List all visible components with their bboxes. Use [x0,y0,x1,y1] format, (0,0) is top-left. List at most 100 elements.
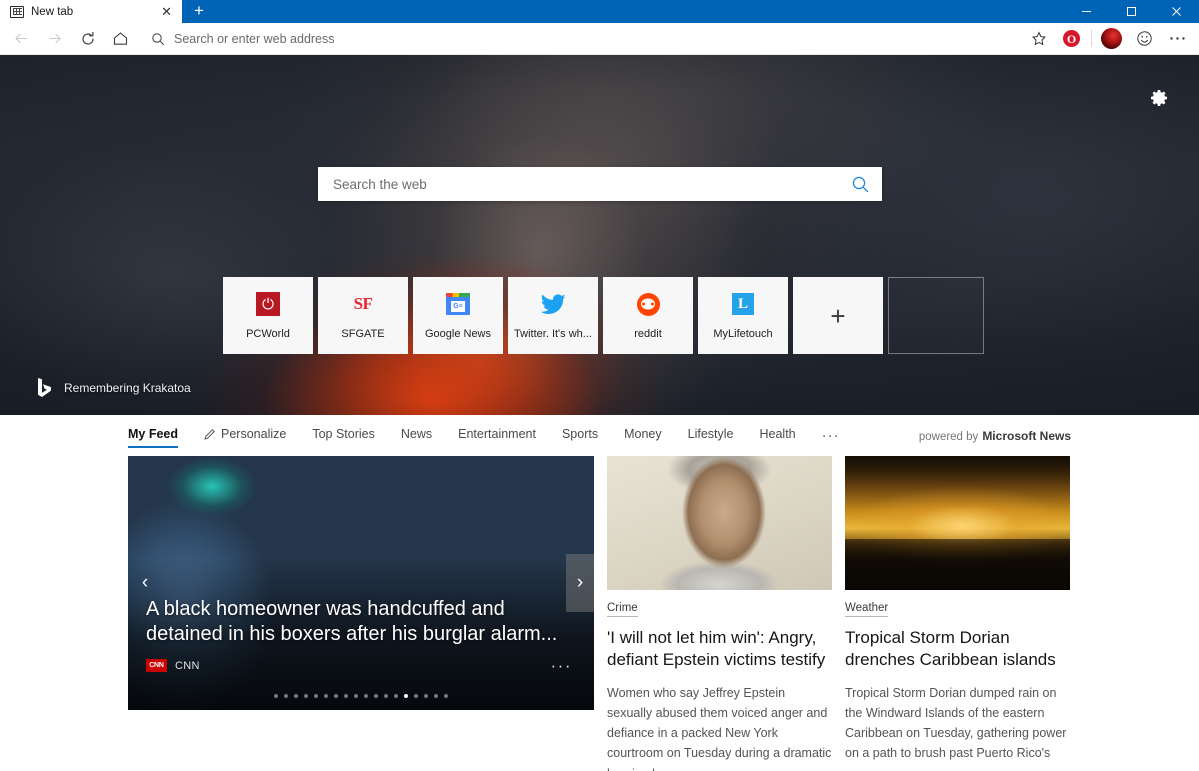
nav-entertainment[interactable]: Entertainment [458,427,536,444]
tile-pcworld[interactable]: ⏻ PCWorld [223,277,313,354]
carousel-dot[interactable] [434,694,438,698]
news-cards-row: ‹ › A black homeowner was handcuffed and… [0,456,1199,771]
nav-label: News [400,427,433,441]
mylifetouch-icon: L [732,291,754,317]
nav-top-stories[interactable]: Top Stories [312,427,375,444]
refresh-button[interactable] [71,24,104,54]
nav-label: Personalize [221,427,287,441]
nav-personalize[interactable]: Personalize [204,427,286,444]
avatar [1101,28,1122,49]
tile-reddit[interactable]: reddit [603,277,693,354]
nav-money[interactable]: Money [624,427,662,444]
feedback-smiley-icon[interactable] [1128,24,1161,54]
bing-image-credit[interactable]: Remembering Krakatoa [38,378,191,397]
carousel-dots[interactable] [128,694,594,698]
newtab-hero: Search the web ⏻ PCWorld SF SFGATE G≡ Go… [0,55,1199,415]
browser-tab[interactable]: New tab ✕ [0,0,182,23]
nav-my-feed[interactable]: My Feed [128,427,179,448]
hero-card-title: A black homeowner was handcuffed and det… [146,597,558,646]
carousel-dot[interactable] [314,694,318,698]
card-snippet: Tropical Storm Dorian dumped rain on the… [845,685,1067,761]
nav-more-button[interactable]: ··· [822,428,840,443]
empty-tile-slot[interactable] [888,277,984,354]
new-tab-button[interactable]: + [182,0,216,23]
search-icon[interactable] [851,175,870,194]
hero-card-source: CNN CNN [146,659,576,672]
news-card-weather[interactable]: Weather Tropical Storm Dorian drenches C… [845,456,1070,771]
more-settings-button[interactable] [1161,24,1194,54]
card-image [845,456,1070,590]
carousel-dot[interactable] [374,694,378,698]
newtab-icon [10,5,24,18]
address-bar[interactable]: Search or enter web address [141,25,1018,52]
carousel-dot[interactable] [364,694,368,698]
hero-card-body: A black homeowner was handcuffed and det… [146,597,576,672]
nav-label: Lifestyle [687,427,734,441]
hero-news-card[interactable]: ‹ › A black homeowner was handcuffed and… [128,456,594,710]
minimize-button[interactable] [1064,0,1109,23]
carousel-dot[interactable] [284,694,288,698]
search-icon [152,32,165,45]
powered-by-label: powered by Microsoft News [919,429,1071,443]
card-category[interactable]: Crime [607,602,638,617]
nav-health[interactable]: Health [760,427,796,444]
carousel-prev-button[interactable]: ‹ [132,557,158,609]
carousel-dot[interactable] [424,694,428,698]
tile-google-news[interactable]: G≡ Google News [413,277,503,354]
carousel-dot[interactable] [294,694,298,698]
close-tab-icon[interactable]: ✕ [159,5,174,18]
nav-label: Entertainment [458,427,536,441]
carousel-dot[interactable] [404,694,408,698]
carousel-dot[interactable] [304,694,308,698]
sfgate-icon: SF [353,294,373,313]
profile-button[interactable] [1095,24,1128,54]
close-window-button[interactable] [1154,0,1199,23]
carousel-dot[interactable] [444,694,448,698]
nav-news[interactable]: News [401,427,432,444]
carousel-dot[interactable] [344,694,348,698]
pencil-icon [204,429,215,440]
powered-brand: Microsoft News [982,428,1071,443]
epstein-photo [607,456,832,590]
tile-mylifetouch[interactable]: L MyLifetouch [698,277,788,354]
page-settings-gear-icon[interactable] [1144,83,1174,113]
carousel-dot[interactable] [334,694,338,698]
home-button[interactable] [104,24,137,54]
add-tile-button[interactable]: + [793,277,883,354]
favorites-star-icon[interactable] [1022,24,1055,54]
forward-button[interactable] [38,24,71,54]
bing-search-box[interactable]: Search the web [318,167,882,201]
google-news-icon: G≡ [446,291,470,317]
card-image [607,456,832,590]
carousel-dot[interactable] [394,694,398,698]
tile-label: SFGATE [341,328,385,340]
nav-lifestyle[interactable]: Lifestyle [688,427,734,444]
carousel-dot[interactable] [354,694,358,698]
source-name: CNN [175,659,200,672]
carousel-dot[interactable] [414,694,418,698]
bing-credit-text: Remembering Krakatoa [64,380,191,395]
hero-card-more-button[interactable]: ··· [551,657,572,674]
maximize-button[interactable] [1109,0,1154,23]
carousel-next-button[interactable]: › [566,554,594,612]
news-card-crime[interactable]: Crime 'I will not let him win': Angry, d… [607,456,832,771]
bing-icon [38,378,51,397]
top-sites-tiles: ⏻ PCWorld SF SFGATE G≡ Google News Twitt… [223,277,984,354]
hero-search-placeholder: Search the web [333,176,427,192]
opera-extension-icon[interactable]: O [1055,24,1088,54]
card-title: 'I will not let him win': Angry, defiant… [607,628,826,670]
nav-sports[interactable]: Sports [562,427,598,444]
carousel-dot[interactable] [384,694,388,698]
window-controls [1064,0,1199,23]
toolbar-divider [1091,30,1092,47]
pcworld-icon: ⏻ [256,291,280,317]
card-category[interactable]: Weather [845,602,889,617]
carousel-dot[interactable] [274,694,278,698]
nav-label: Money [624,427,662,441]
tile-sfgate[interactable]: SF SFGATE [318,277,408,354]
carousel-dot[interactable] [324,694,328,698]
back-button[interactable] [5,24,38,54]
dorian-photo [845,456,1070,590]
tile-twitter[interactable]: Twitter. It's wh... [508,277,598,354]
tile-label: PCWorld [246,328,290,340]
